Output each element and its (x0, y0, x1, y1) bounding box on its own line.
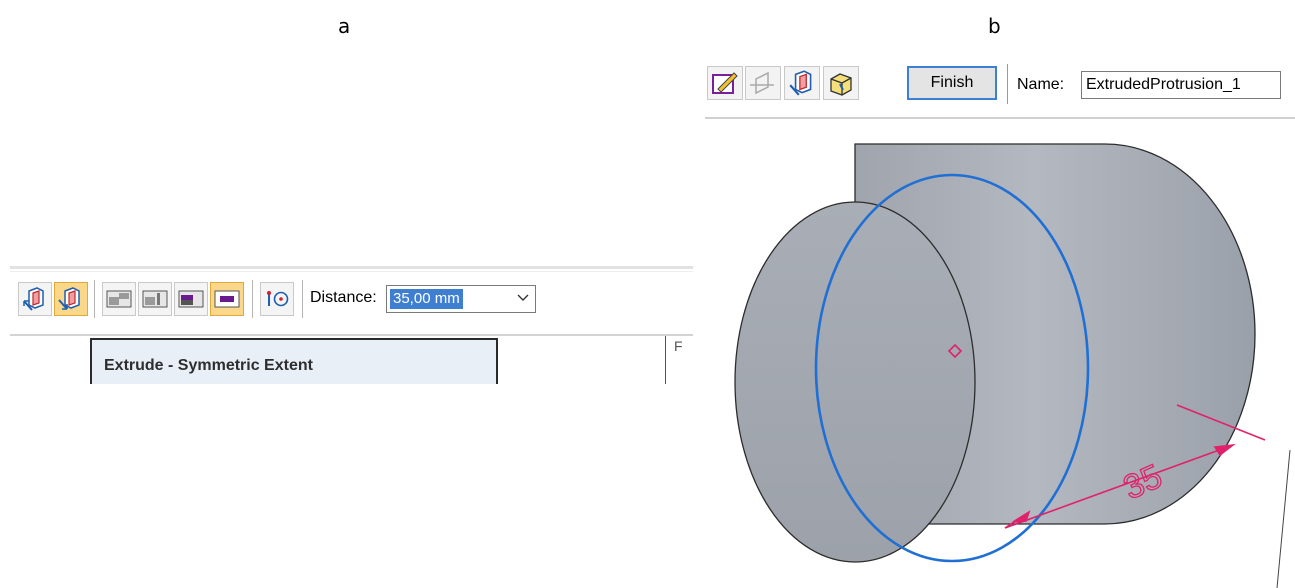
extent-symmetric-icon (214, 290, 240, 308)
distance-label: Distance: (310, 289, 377, 306)
tooltip-title: Extrude - Symmetric Extent (104, 357, 313, 374)
pane-divider (665, 336, 666, 384)
feature-name-field[interactable] (1081, 71, 1281, 99)
extrude-symmetric-button[interactable] (54, 282, 88, 316)
extent-symmetric-button[interactable] (210, 282, 244, 316)
finish-button[interactable]: Finish (907, 66, 997, 100)
extent-through-next-button[interactable] (138, 282, 172, 316)
toolbar-separator (252, 280, 253, 318)
toolbar-separator (1007, 64, 1008, 104)
toolbar-bottom-border (705, 117, 1295, 119)
truncated-pane-glyph: F (674, 338, 683, 354)
extrude-side-icon (23, 287, 44, 311)
keypoint-icon (267, 291, 289, 307)
extrude-side-button[interactable] (18, 282, 52, 316)
distance-value[interactable]: 35,00 mm (390, 289, 463, 309)
treatment-icon (830, 73, 852, 96)
plane-icon (750, 71, 774, 95)
extent-through-next-icon (142, 290, 168, 308)
finish-command-bar: Finish Name: (705, 56, 1295, 119)
toolbar-bottom-border (10, 334, 693, 336)
extent-finite-button[interactable] (102, 282, 136, 316)
extent-from-to-button[interactable] (174, 282, 208, 316)
viewport-edge (1276, 449, 1291, 588)
toolbar-border-inner (10, 271, 693, 272)
cylinder-front-face[interactable] (734, 201, 976, 563)
extent-from-to-icon (178, 290, 204, 308)
toolbar-separator (94, 280, 95, 318)
plane-button[interactable] (745, 66, 781, 100)
panel-label-b: b (988, 14, 1001, 38)
keypoint-button[interactable] (260, 282, 294, 316)
model-viewport[interactable]: 35 (705, 120, 1295, 588)
extrude-side-icon (789, 70, 812, 96)
toolbar-separator (302, 280, 303, 318)
distance-combo[interactable]: 35,00 mm (386, 285, 536, 313)
chevron-down-icon[interactable] (517, 291, 529, 306)
tooltip: Extrude - Symmetric Extent (90, 338, 498, 384)
panel-a: Distance: 35,00 mm Extrude - Symmetric E… (10, 266, 693, 384)
extrude-command-bar: Distance: 35,00 mm (10, 266, 693, 336)
sketch-icon (712, 72, 738, 94)
panel-b: Finish Name: ExtrudedProtrusion_1 35 (705, 56, 1295, 588)
panel-label-a: a (338, 14, 351, 38)
sketch-button[interactable] (707, 66, 743, 100)
extrude-side-button[interactable] (784, 66, 820, 100)
name-label: Name: (1017, 76, 1065, 93)
extent-finite-icon (106, 290, 132, 308)
extrude-symmetric-icon (58, 287, 80, 310)
toolbar-border (10, 266, 693, 269)
treatment-button[interactable] (823, 66, 859, 100)
